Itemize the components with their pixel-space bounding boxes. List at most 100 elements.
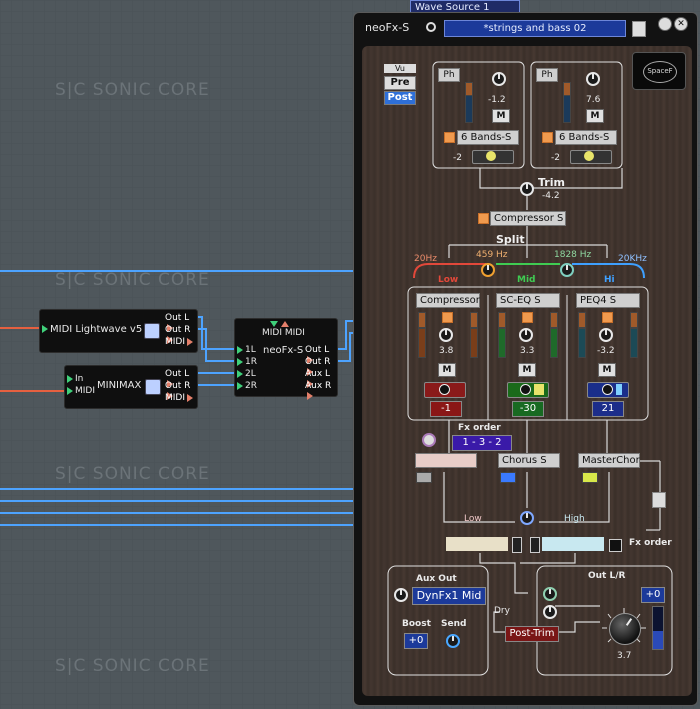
fx-order-value[interactable]: 1 - 3 - 2 [452, 435, 512, 451]
post-trim-button[interactable]: Post-Trim [505, 626, 559, 642]
spacef-logo: SpaceF [632, 52, 686, 90]
band-meter-hi [630, 312, 638, 328]
band-level-slider-mid[interactable] [507, 382, 549, 398]
balance-value-a: -2 [453, 153, 462, 163]
aux-out-target[interactable]: DynFx1 Mid [412, 587, 486, 605]
out-lr-label: Out L/R [588, 571, 626, 581]
output-meter [652, 606, 664, 650]
fx-order-footer-label: Fx order [629, 538, 672, 548]
crossfade-knob[interactable] [520, 511, 534, 525]
band-value-low: 3.8 [439, 346, 454, 356]
split-label: Split [496, 233, 525, 246]
phase-button-b[interactable]: Ph [536, 68, 558, 82]
aux-out-label: Aux Out [416, 574, 457, 584]
crossfade-high-handle[interactable] [530, 537, 540, 553]
band-knob-low[interactable] [439, 328, 453, 342]
band-meter-low [470, 328, 478, 358]
input-meter-b [563, 95, 571, 123]
compressor-enable[interactable] [478, 213, 489, 224]
band-level-low[interactable]: -1 [430, 401, 462, 417]
post-button[interactable]: Post [384, 91, 416, 105]
band-meter-mid [498, 328, 506, 358]
send-knob[interactable] [446, 634, 460, 648]
split-low-freq: 20Hz [414, 254, 437, 264]
crossfade-high-slot[interactable] [542, 537, 604, 551]
boost-value[interactable]: +0 [404, 633, 428, 649]
band-level-hi[interactable]: 21 [592, 401, 624, 417]
output-level-knob[interactable] [609, 613, 641, 645]
input-meter-b [563, 82, 571, 96]
aux-out-knob[interactable] [394, 588, 408, 602]
gain-knob-b[interactable] [586, 72, 600, 86]
band-meter-mid [550, 328, 558, 358]
trim-knob[interactable] [520, 182, 534, 196]
eq-select-b[interactable]: 6 Bands-S [555, 130, 617, 145]
band-meter-hi [630, 328, 638, 358]
phase-button-a[interactable]: Ph [438, 68, 460, 82]
dry-label: Dry [494, 606, 510, 616]
band-mute-low[interactable]: M [438, 363, 456, 377]
balance-value-b: -2 [551, 153, 560, 163]
band-level-mid[interactable]: -30 [512, 401, 544, 417]
fx-order-toggle[interactable] [609, 539, 622, 552]
eq-enable-b[interactable] [542, 132, 553, 143]
band-level-slider-low[interactable] [424, 382, 466, 398]
vu-label: Vu [384, 64, 416, 73]
trim-value: -4.2 [542, 191, 560, 201]
crossfade-low-handle[interactable] [512, 537, 522, 553]
eq-enable-a[interactable] [444, 132, 455, 143]
crossfade-low-slot[interactable] [446, 537, 508, 551]
band-mute-hi[interactable]: M [598, 363, 616, 377]
band-mute-mid[interactable]: M [518, 363, 536, 377]
send-fx-1-toggle[interactable] [416, 472, 432, 483]
band-label-mid: Mid [517, 275, 536, 285]
mute-button-a[interactable]: M [492, 109, 510, 123]
band-meter-mid [550, 312, 558, 328]
band-meter-low [470, 312, 478, 328]
balance-slider-a[interactable] [472, 150, 514, 164]
out-value[interactable]: +0 [641, 587, 665, 603]
fx-list-icon[interactable] [652, 492, 666, 508]
band-enable-hi[interactable] [602, 312, 613, 323]
band-level-slider-hi[interactable] [587, 382, 629, 398]
compressor-select[interactable]: Compressor S [490, 211, 566, 226]
gain-value-a: -1.2 [488, 95, 506, 105]
dry-knob[interactable] [543, 605, 557, 619]
band-value-hi: -3.2 [597, 346, 615, 356]
eq-select-a[interactable]: 6 Bands-S [457, 130, 519, 145]
pre-button[interactable]: Pre [384, 76, 416, 90]
band-knob-hi[interactable] [599, 328, 613, 342]
out-mix-knob[interactable] [543, 587, 557, 601]
band-knob-mid[interactable] [519, 328, 533, 342]
send-fx-2-toggle[interactable] [500, 472, 516, 483]
send-label: Send [441, 619, 467, 629]
gain-knob-a[interactable] [492, 72, 506, 86]
band-meter-hi [578, 328, 586, 358]
band-label-hi: Hi [604, 275, 615, 285]
input-meter-a [465, 95, 473, 123]
gain-value-b: 7.6 [586, 95, 601, 105]
send-fx-slot-2[interactable]: Chorus S [498, 453, 560, 468]
crossover-knob-1[interactable] [481, 263, 495, 277]
band-value-mid: 3.3 [520, 346, 535, 356]
send-fx-slot-3[interactable]: MasterChor [578, 453, 640, 468]
mute-button-b[interactable]: M [586, 109, 604, 123]
crossfade-low-label: Low [464, 514, 482, 524]
band-effect-mid[interactable]: SC-EQ S [496, 293, 560, 308]
band-enable-mid[interactable] [522, 312, 533, 323]
band-meter-low [418, 328, 426, 358]
band-effect-hi[interactable]: PEQ4 S [576, 293, 640, 308]
fx-order-label: Fx order [458, 423, 501, 433]
band-effect-low[interactable]: Compressor [416, 293, 480, 308]
band-meter-hi [578, 312, 586, 328]
send-fx-slot-1[interactable] [415, 453, 477, 468]
input-meter-a [465, 82, 473, 96]
band-meter-low [418, 312, 426, 328]
split-high-freq: 20KHz [618, 254, 647, 264]
crossover-knob-2[interactable] [560, 263, 574, 277]
send-fx-3-toggle[interactable] [582, 472, 598, 483]
boost-label: Boost [402, 619, 431, 629]
balance-slider-b[interactable] [570, 150, 612, 164]
band-enable-low[interactable] [442, 312, 453, 323]
fx-order-knob[interactable] [422, 433, 436, 447]
